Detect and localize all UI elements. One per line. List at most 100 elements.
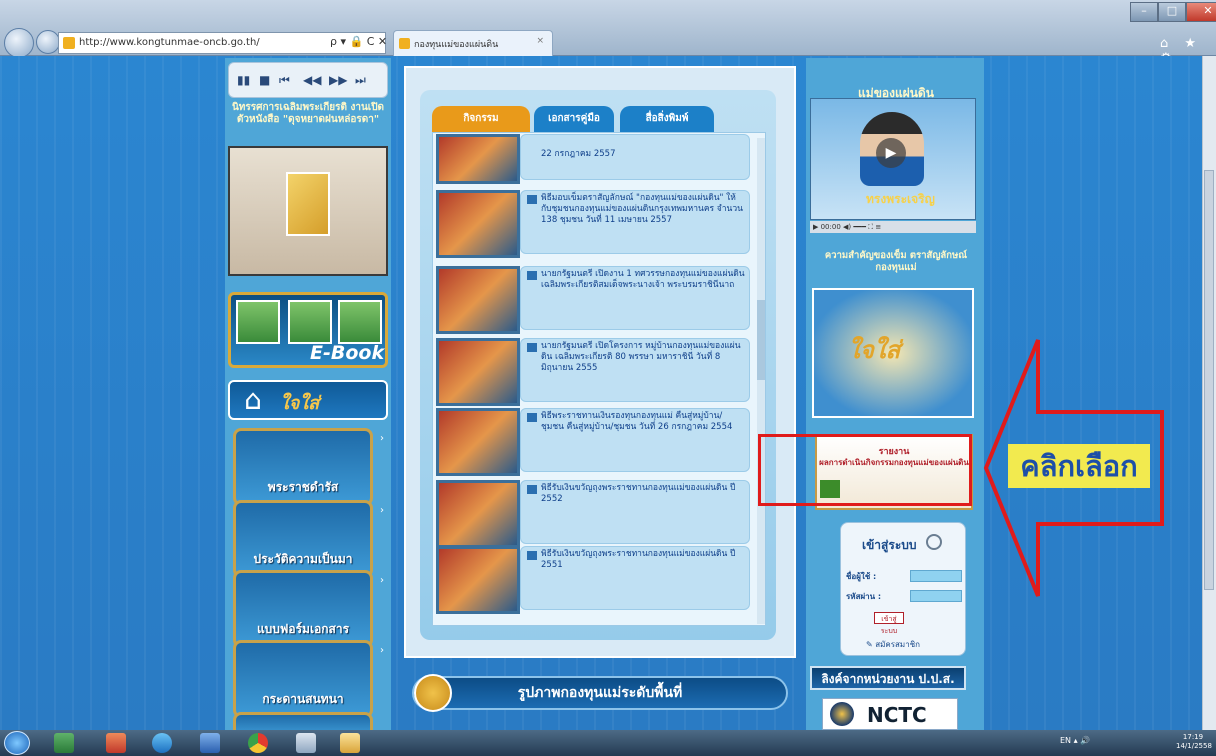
list-item[interactable]: พิธีรับเงินขวัญถุงพระราชทานกองทุนแม่ของแ… xyxy=(436,546,750,614)
sidebar-webboard-label: กระดานสนทนา xyxy=(262,692,344,706)
local-photos-label: รูปภาพกองทุนแม่ระดับพื้นที่ xyxy=(517,685,683,701)
folder-icon xyxy=(414,674,452,712)
sidebar-royal-speech[interactable]: พระราชดำรัส › xyxy=(233,428,384,506)
tab-close-icon[interactable]: × xyxy=(536,36,544,46)
chrome-icon[interactable] xyxy=(248,733,268,753)
sidebar-history[interactable]: ประวัติความเป็นมา › xyxy=(233,500,384,578)
promo-title: นิทรรศการเฉลิมพระเกียรติ งานเปิดตัวหนังส… xyxy=(231,102,385,125)
home-icon[interactable]: ⌂ xyxy=(236,384,270,416)
news-thumbnail[interactable] xyxy=(436,546,520,614)
list-item[interactable]: พิธีรับเงินขวัญถุงพระราชทานกองทุนแม่ของแ… xyxy=(436,480,750,548)
forward-button[interactable] xyxy=(36,30,60,54)
taskbar-app-icon[interactable] xyxy=(54,733,74,753)
callout-label: คลิกเลือก xyxy=(1008,444,1150,488)
address-actions[interactable]: ρ ▾ 🔒 C ✕ xyxy=(330,35,387,48)
skip-back-icon[interactable]: ⏮ xyxy=(279,73,290,88)
system-tray[interactable]: EN ▴ 🔊 xyxy=(1060,736,1090,745)
bullet-icon xyxy=(527,271,537,280)
ebook-label: E-Book xyxy=(310,342,385,364)
news-title[interactable]: พิธีรับเงินขวัญถุงพระราชทานกองทุนแม่ของแ… xyxy=(541,483,745,505)
news-thumbnail[interactable] xyxy=(436,408,520,476)
tab-activities-label: กิจกรรม xyxy=(463,113,499,124)
minimize-button[interactable]: – xyxy=(1130,2,1158,22)
news-card[interactable]: พิธีรับเงินขวัญถุงพระราชทานกองทุนแม่ของแ… xyxy=(520,480,750,544)
site-favicon-icon xyxy=(63,37,75,49)
news-card[interactable]: พิธีมอบเข็มตราสัญลักษณ์ "กองทุนแม่ของแผ่… xyxy=(520,190,750,254)
news-card[interactable]: นายกรัฐมนตรี เปิดโครงการ หมู่บ้านกองทุนแ… xyxy=(520,338,750,402)
news-card[interactable]: 22 กรกฎาคม 2557 xyxy=(520,134,750,180)
tab-activities[interactable]: กิจกรรม xyxy=(432,106,530,132)
sidebar-forms-label: แบบฟอร์มเอกสาร xyxy=(256,622,350,636)
ebook-photo-2 xyxy=(288,300,332,344)
chevron-right-icon: › xyxy=(380,645,384,656)
window-controls: – □ ✕ xyxy=(1130,2,1216,22)
taskbar-app-icon[interactable] xyxy=(200,733,220,753)
news-thumbnail[interactable] xyxy=(436,266,520,334)
tab-favicon-icon xyxy=(399,38,410,49)
news-scrollbar-thumb[interactable] xyxy=(757,300,765,380)
ebook-photo-1 xyxy=(236,300,280,344)
news-card[interactable]: พิธีพระราชทานเงินรองทุนกองทุนแม่ คืนสู่ห… xyxy=(520,408,750,472)
sidebar-history-label: ประวัติความเป็นมา xyxy=(253,552,353,566)
skip-forward-icon[interactable]: ⏭ xyxy=(355,73,366,88)
list-item[interactable]: นายกรัฐมนตรี เปิดงาน 1 ทศวรรษกองทุนแม่ขอ… xyxy=(436,266,750,334)
news-title[interactable]: นายกรัฐมนตรี เปิดงาน 1 ทศวรรษกองทุนแม่ขอ… xyxy=(541,269,745,291)
clock-date: 14/1/2558 xyxy=(1176,742,1212,750)
tab-documents[interactable]: เอกสารคู่มือ xyxy=(534,106,614,132)
fast-forward-icon[interactable]: ▶▶ xyxy=(329,73,347,87)
clock-time: 17:19 xyxy=(1182,733,1204,741)
password-field[interactable] xyxy=(910,590,962,602)
browser-tab[interactable]: กองทุนแม่ของแผ่นดิน × xyxy=(393,30,553,56)
back-button[interactable] xyxy=(4,28,34,58)
maximize-button[interactable]: □ xyxy=(1158,2,1186,22)
news-title[interactable]: พิธีพระราชทานเงินรองทุนกองทุนแม่ คืนสู่ห… xyxy=(541,411,745,433)
ie-icon[interactable] xyxy=(152,733,172,753)
register-link[interactable]: ✎ สมัครสมาชิก xyxy=(866,638,920,651)
list-item[interactable]: พิธีพระราชทานเงินรองทุนกองทุนแม่ คืนสู่ห… xyxy=(436,408,750,476)
sidebar-webboard[interactable]: กระดานสนทนา › xyxy=(233,640,384,718)
close-window-button[interactable]: ✕ xyxy=(1186,2,1216,22)
news-card[interactable]: นายกรัฐมนตรี เปิดงาน 1 ทศวรรษกองทุนแม่ขอ… xyxy=(520,266,750,330)
news-thumbnail[interactable] xyxy=(436,134,520,184)
promo-book-image xyxy=(286,172,330,236)
bullet-icon xyxy=(527,551,537,560)
list-item[interactable]: นายกรัฐมนตรี เปิดโครงการ หมู่บ้านกองทุนแ… xyxy=(436,338,750,406)
list-item[interactable]: 22 กรกฎาคม 2557 xyxy=(436,134,750,184)
news-title[interactable]: 22 กรกฎาคม 2557 xyxy=(541,149,745,160)
news-thumbnail[interactable] xyxy=(436,190,520,258)
chevron-right-icon: › xyxy=(380,505,384,516)
taskbar-app-icon[interactable] xyxy=(340,733,360,753)
highlight-box xyxy=(758,434,972,506)
taskbar-app-icon[interactable] xyxy=(296,733,316,753)
local-photos-banner[interactable]: รูปภาพกองทุนแม่ระดับพื้นที่ xyxy=(412,676,788,710)
start-button[interactable] xyxy=(4,731,30,755)
tab-publications[interactable]: สื่อสิ่งพิมพ์ xyxy=(620,106,714,132)
taskbar-clock[interactable]: 17:19 14/1/2558 xyxy=(1176,733,1212,751)
tab-documents-label: เอกสารคู่มือ xyxy=(548,113,600,124)
stop-icon[interactable]: ■ xyxy=(259,73,270,87)
list-item[interactable]: พิธีมอบเข็มตราสัญลักษณ์ "กองทุนแม่ของแผ่… xyxy=(436,190,750,258)
taskbar xyxy=(0,730,1216,756)
login-button[interactable]: เข้าสู่ระบบ xyxy=(874,612,904,635)
sidebar-forms[interactable]: แบบฟอร์มเอกสาร › xyxy=(233,570,384,648)
news-title[interactable]: พิธีมอบเข็มตราสัญลักษณ์ "กองทุนแม่ของแผ่… xyxy=(541,193,745,226)
news-scrollbar[interactable] xyxy=(757,138,765,624)
user-icon xyxy=(926,534,942,550)
page-scrollbar-thumb[interactable] xyxy=(1204,170,1214,590)
news-thumbnail[interactable] xyxy=(436,338,520,406)
play-icon[interactable]: ▶ xyxy=(876,138,906,168)
news-title[interactable]: นายกรัฐมนตรี เปิดโครงการ หมู่บ้านกองทุนแ… xyxy=(541,341,745,374)
news-card[interactable]: พิธีรับเงินขวัญถุงพระราชทานกองทุนแม่ของแ… xyxy=(520,546,750,610)
news-thumbnail[interactable] xyxy=(436,480,520,548)
news-title[interactable]: พิธีรับเงินขวัญถุงพระราชทานกองทุนแม่ของแ… xyxy=(541,549,745,571)
address-url: http://www.kongtunmae-oncb.go.th/ xyxy=(79,37,260,48)
pause-icon[interactable]: ▮▮ xyxy=(237,73,250,87)
username-field[interactable] xyxy=(910,570,962,582)
video-controls[interactable]: ▶ 00:00 ◀) ━━━ ⛶ ≡ xyxy=(810,221,976,233)
badge-importance-title[interactable]: ความสำคัญของเข็ม ตราสัญลักษณ์กองทุนแม่ xyxy=(812,250,980,274)
password-label: รหัสผ่าน : xyxy=(846,592,882,601)
agency-links-banner: ลิงค์จากหน่วยงาน ป.ป.ส. xyxy=(810,666,966,690)
ebook-photo-3 xyxy=(338,300,382,344)
rewind-icon[interactable]: ◀◀ xyxy=(303,73,321,87)
taskbar-app-icon[interactable] xyxy=(106,733,126,753)
